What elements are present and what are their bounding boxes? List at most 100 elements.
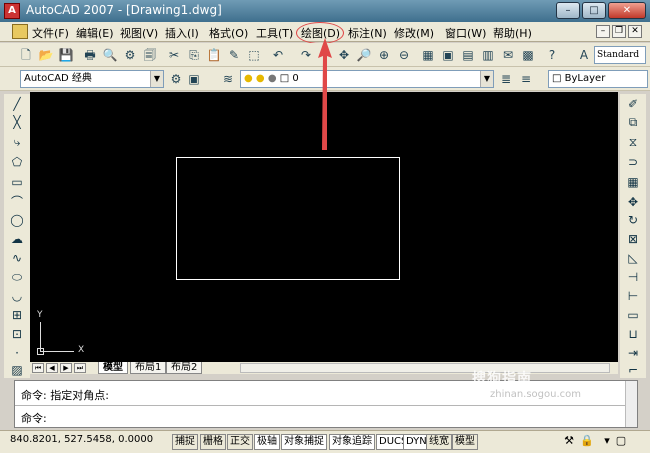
ellipse-icon[interactable]: ⬭	[9, 269, 25, 285]
paste-icon[interactable]: 📋	[206, 47, 222, 63]
tool-palettes-icon[interactable]: ▤	[460, 47, 476, 63]
zoom-window-icon[interactable]: ⊕	[376, 47, 392, 63]
array-icon[interactable]: ▦	[625, 174, 641, 190]
autocad-app-icon[interactable]: A	[4, 3, 20, 19]
ortho-toggle[interactable]: 正交	[227, 434, 253, 450]
erase-icon[interactable]: ✐	[625, 96, 641, 112]
command-prompt[interactable]: 命令:	[21, 410, 47, 426]
clean-screen-icon[interactable]: ▢	[614, 434, 628, 448]
publish-icon[interactable]: ⚙	[122, 47, 138, 63]
new-icon[interactable]: 🗋	[18, 47, 34, 63]
snap-toggle[interactable]: 捕捉	[172, 434, 198, 450]
menu-insert[interactable]: 插入(I)	[165, 25, 199, 41]
rotate-icon[interactable]: ↻	[625, 212, 641, 228]
menu-format[interactable]: 格式(O)	[209, 25, 248, 41]
rectangle-icon[interactable]: ▭	[9, 174, 25, 190]
my-workspace-icon[interactable]: ▣	[186, 71, 202, 87]
osnap-toggle[interactable]: 对象捕捉	[281, 434, 327, 450]
polyline-icon[interactable]: ⤷	[9, 134, 25, 150]
menu-modify[interactable]: 修改(M)	[394, 25, 434, 41]
coordinate-readout[interactable]: 840.8201, 527.5458, 0.0000	[10, 434, 153, 445]
construction-line-icon[interactable]: ╳	[9, 114, 25, 130]
cut-icon[interactable]: ✂	[166, 47, 182, 63]
match-properties-icon[interactable]: ✎	[226, 47, 242, 63]
horizontal-scrollbar[interactable]	[240, 363, 610, 373]
menu-file[interactable]: 文件(F)	[32, 25, 69, 41]
menu-view[interactable]: 视图(V)	[120, 25, 158, 41]
zoom-previous-icon[interactable]: ⊖	[396, 47, 412, 63]
menu-edit[interactable]: 编辑(E)	[76, 25, 114, 41]
next-tab-icon[interactable]: ▶	[60, 363, 72, 373]
chamfer-icon[interactable]: ⇥	[625, 345, 641, 361]
prev-tab-icon[interactable]: ◀	[46, 363, 58, 373]
tray-settings-icon[interactable]: ⚒	[562, 434, 576, 448]
polar-toggle[interactable]: 极轴	[254, 434, 280, 450]
drawn-rectangle[interactable]	[176, 157, 400, 280]
polygon-icon[interactable]: ⬠	[9, 154, 25, 170]
arc-icon[interactable]: ⌒	[9, 194, 25, 210]
first-tab-icon[interactable]: ⏮	[32, 363, 44, 373]
circle-icon[interactable]: ◯	[9, 212, 25, 228]
make-current-layer-icon[interactable]: ≣	[498, 71, 514, 87]
print-icon[interactable]: 🖶	[82, 47, 98, 63]
preview-icon[interactable]: 🔍	[102, 47, 118, 63]
extend-icon[interactable]: ⊢	[625, 288, 641, 304]
ellipse-arc-icon[interactable]: ◡	[9, 288, 25, 304]
save-icon[interactable]: 💾	[58, 47, 74, 63]
otrack-toggle[interactable]: 对象追踪	[329, 434, 375, 450]
zoom-realtime-icon[interactable]: 🔎	[356, 47, 372, 63]
last-tab-icon[interactable]: ⏭	[74, 363, 86, 373]
command-scrollbar[interactable]	[625, 381, 637, 427]
scale-icon[interactable]: ⊠	[625, 231, 641, 247]
make-block-icon[interactable]: ⊡	[9, 326, 25, 342]
undo-icon[interactable]: ↶	[270, 47, 286, 63]
trim-icon[interactable]: ⊣	[625, 269, 641, 285]
menu-window[interactable]: 窗口(W)	[445, 25, 486, 41]
help-icon[interactable]: ?	[544, 47, 560, 63]
plot-icon[interactable]: 🗐	[142, 47, 158, 63]
tab-layout2[interactable]: 布局2	[166, 362, 203, 374]
chevron-down-icon[interactable]: ▾	[600, 434, 614, 448]
copy-object-icon[interactable]: ⧉	[625, 114, 641, 130]
point-icon[interactable]: ·	[9, 345, 25, 361]
move-icon[interactable]: ✥	[625, 194, 641, 210]
design-center-icon[interactable]: ▣	[440, 47, 456, 63]
sheet-set-icon[interactable]: ▥	[480, 47, 496, 63]
copy-icon[interactable]: ⎘	[186, 47, 202, 63]
doc-minimize-button[interactable]: –	[596, 25, 610, 38]
mirror-icon[interactable]: ⧖	[625, 134, 641, 150]
lock-icon[interactable]: 🔒	[580, 434, 594, 448]
lineweight-toggle[interactable]: 线宽	[426, 434, 452, 450]
tab-layout1[interactable]: 布局1	[130, 362, 167, 374]
menu-dimension[interactable]: 标注(N)	[348, 25, 387, 41]
minimize-button[interactable]: –	[556, 2, 580, 19]
block-editor-icon[interactable]: ⬚	[246, 47, 262, 63]
layer-previous-icon[interactable]: ≡	[518, 71, 534, 87]
layer-select[interactable]: ● ● ● □ 0 ▼	[240, 70, 494, 88]
close-button[interactable]: ✕	[608, 2, 646, 19]
menu-tools[interactable]: 工具(T)	[256, 25, 293, 41]
chevron-down-icon[interactable]: ▼	[150, 71, 163, 87]
stretch-icon[interactable]: ◺	[625, 250, 641, 266]
workspace-settings-icon[interactable]: ⚙	[168, 71, 184, 87]
text-style-select[interactable]: Standard	[594, 46, 646, 64]
model-toggle[interactable]: 模型	[452, 434, 478, 450]
chevron-down-icon[interactable]: ▼	[480, 71, 493, 87]
color-select[interactable]: □ ByLayer	[548, 70, 648, 88]
calculator-icon[interactable]: ▩	[520, 47, 536, 63]
break-icon[interactable]: ▭	[625, 307, 641, 323]
line-icon[interactable]: ╱	[9, 96, 25, 112]
maximize-button[interactable]: □	[582, 2, 606, 19]
tab-model[interactable]: 模型	[98, 362, 128, 374]
menu-help[interactable]: 帮助(H)	[493, 25, 532, 41]
grid-toggle[interactable]: 栅格	[200, 434, 226, 450]
doc-restore-button[interactable]: ❐	[612, 25, 626, 38]
insert-block-icon[interactable]: ⊞	[9, 307, 25, 323]
markup-icon[interactable]: ✉	[500, 47, 516, 63]
text-style-icon[interactable]: A	[576, 47, 592, 63]
document-icon[interactable]	[12, 24, 28, 39]
revision-cloud-icon[interactable]: ☁	[9, 231, 25, 247]
open-icon[interactable]: 📂	[38, 47, 54, 63]
workspace-select[interactable]: AutoCAD 经典 ▼	[20, 70, 164, 88]
hatch-icon[interactable]: ▨	[9, 362, 25, 378]
